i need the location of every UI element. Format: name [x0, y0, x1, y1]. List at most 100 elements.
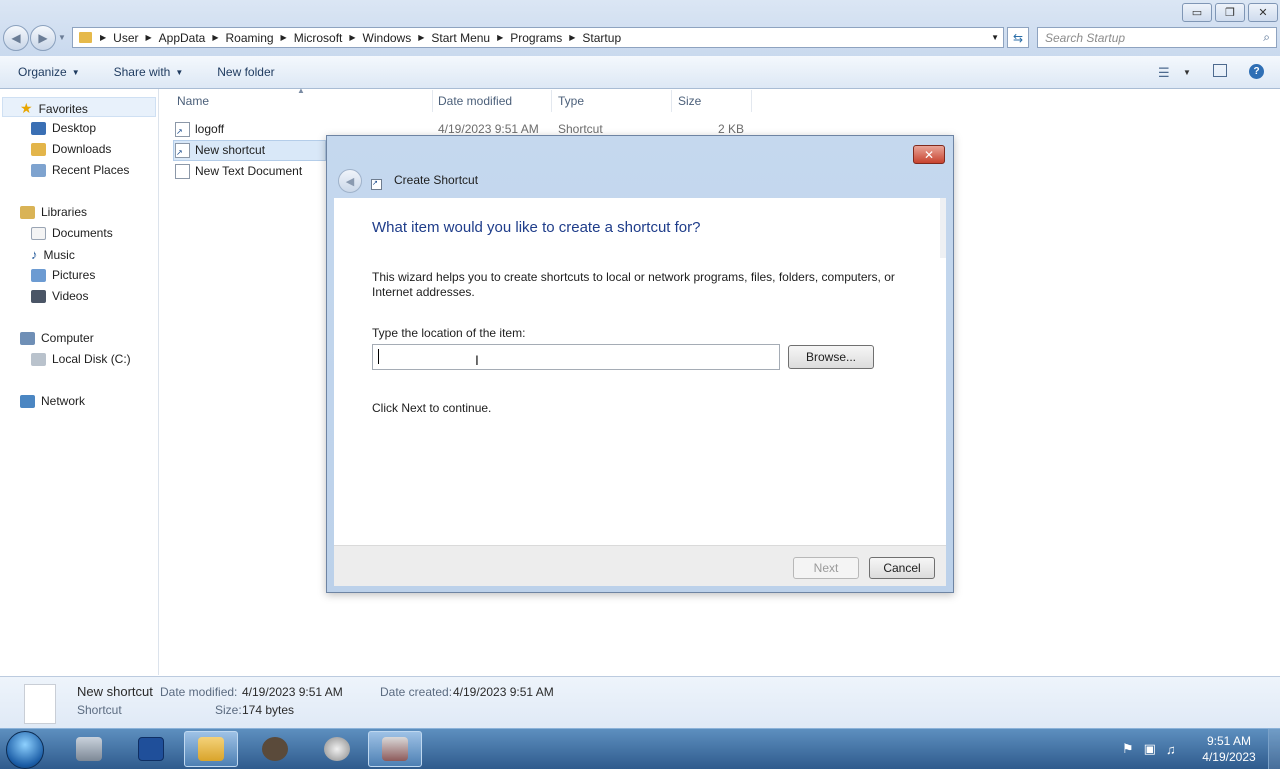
details-size: 174 bytes — [242, 703, 295, 717]
breadcrumb-separator-icon: ▶ — [145, 33, 152, 42]
wizard-back-button[interactable]: ◀ — [338, 169, 362, 193]
downloads-folder-icon — [31, 142, 46, 156]
nav-documents[interactable]: Documents — [31, 226, 113, 240]
server-manager-icon — [76, 737, 102, 761]
nav-local-disk[interactable]: Local Disk (C:) — [31, 352, 131, 366]
text-caret — [378, 349, 379, 364]
back-arrow-icon: ◀ — [11, 31, 21, 45]
folder-icon — [79, 32, 92, 43]
organize-menu[interactable]: Organize ▼ — [0, 65, 96, 79]
column-header-size[interactable]: Size — [678, 94, 701, 108]
minimize-button[interactable]: ▭ — [1182, 3, 1212, 22]
nav-desktop[interactable]: Desktop — [31, 121, 96, 135]
nav-favorites[interactable]: ★ Favorites — [20, 100, 88, 117]
breadcrumb-programs[interactable]: Programs — [505, 31, 567, 45]
column-header-name[interactable]: Name — [177, 94, 209, 108]
nav-label: Downloads — [52, 142, 112, 156]
search-placeholder: Search Startup — [1045, 30, 1126, 45]
file-thumbnail-icon — [24, 684, 56, 724]
search-input[interactable]: Search Startup ⌕ — [1037, 27, 1277, 48]
column-header-type[interactable]: Type — [558, 94, 584, 108]
file-row-logoff[interactable]: ↗ logoff — [175, 119, 224, 139]
address-bar[interactable]: ▶ User ▶ AppData ▶ Roaming ▶ Microsoft ▶… — [72, 27, 1004, 48]
taskbar-arrow-app[interactable] — [310, 731, 364, 767]
forward-arrow-icon: ▶ — [38, 31, 48, 45]
file-name: New shortcut — [195, 143, 266, 157]
recent-places-icon — [31, 163, 46, 177]
taskbar-shortcut-wizard[interactable] — [368, 731, 422, 767]
cancel-button[interactable]: Cancel — [869, 557, 935, 579]
column-divider[interactable] — [551, 90, 552, 112]
nav-computer[interactable]: Computer — [20, 331, 94, 345]
network-tray-icon[interactable]: ▣ — [1144, 741, 1156, 757]
nav-pictures[interactable]: Pictures — [31, 268, 95, 282]
nav-music[interactable]: ♪ Music — [31, 247, 75, 262]
new-folder-button[interactable]: New folder — [199, 65, 290, 79]
view-dropdown-icon[interactable]: ▼ — [1183, 68, 1191, 77]
breadcrumb-appdata[interactable]: AppData — [154, 31, 211, 45]
shortcut-file-icon: ↗ — [175, 121, 190, 137]
view-options-icon[interactable]: ☰ — [1158, 65, 1170, 81]
file-date-modified: 4/19/2023 9:51 AM — [438, 122, 539, 136]
address-dropdown-icon[interactable]: ▼ — [991, 33, 999, 42]
next-button[interactable]: Next — [793, 557, 859, 579]
nav-label: Favorites — [38, 101, 88, 116]
details-file-name: New shortcut — [77, 684, 153, 699]
system-clock[interactable]: 9:51 AM 4/19/2023 — [1196, 733, 1262, 765]
preview-pane-icon[interactable] — [1213, 64, 1227, 77]
taskbar-explorer[interactable] — [184, 731, 238, 767]
breadcrumb-roaming[interactable]: Roaming — [221, 31, 279, 45]
clock-date: 4/19/2023 — [1202, 750, 1256, 764]
file-row-new-shortcut[interactable]: ↗ New shortcut — [175, 140, 265, 160]
forward-button[interactable]: ▶ — [30, 25, 56, 51]
taskbar-powershell[interactable] — [124, 731, 178, 767]
column-divider[interactable] — [751, 90, 752, 112]
notification-area: ⚑ ▣ ♫ — [1116, 729, 1206, 769]
browse-button[interactable]: Browse... — [788, 345, 874, 369]
location-input[interactable] — [372, 344, 780, 370]
details-date-modified: 4/19/2023 9:51 AM — [242, 685, 343, 699]
breadcrumb-startup[interactable]: Startup — [577, 31, 626, 45]
taskbar: ⚑ ▣ ♫ 9:51 AM 4/19/2023 — [0, 728, 1280, 769]
taskbar-raccoon-app[interactable] — [248, 731, 302, 767]
breadcrumb-start-menu[interactable]: Start Menu — [426, 31, 495, 45]
refresh-button[interactable]: ⇆ — [1007, 27, 1029, 48]
dialog-close-button[interactable]: ✕ — [913, 145, 945, 164]
explorer-folder-icon — [198, 737, 224, 761]
nav-videos[interactable]: Videos — [31, 289, 88, 303]
nav-network[interactable]: Network — [20, 394, 85, 408]
help-icon[interactable]: ? — [1249, 64, 1264, 79]
show-desktop-button[interactable] — [1268, 729, 1280, 769]
column-divider[interactable] — [432, 90, 433, 112]
documents-icon — [31, 226, 46, 240]
share-with-menu[interactable]: Share with ▼ — [96, 65, 200, 79]
nav-recent-places[interactable]: Recent Places — [31, 163, 129, 177]
nav-libraries[interactable]: Libraries — [20, 205, 87, 219]
start-button[interactable] — [6, 731, 44, 769]
restore-icon: ❐ — [1225, 7, 1235, 19]
nav-downloads[interactable]: Downloads — [31, 142, 111, 156]
back-button[interactable]: ◀ — [3, 25, 29, 51]
wizard-icon — [382, 737, 408, 761]
file-row-new-text-document[interactable]: New Text Document — [175, 161, 302, 181]
command-bar: Organize ▼ Share with ▼ New folder — [0, 56, 1280, 89]
breadcrumb-user[interactable]: User — [108, 31, 143, 45]
volume-icon[interactable]: ♫ — [1166, 742, 1176, 757]
breadcrumb-microsoft[interactable]: Microsoft — [289, 31, 348, 45]
share-with-label: Share with — [113, 65, 171, 79]
scrollbar[interactable] — [940, 198, 946, 258]
column-header-date-modified[interactable]: Date modified — [438, 94, 512, 108]
taskbar-server-manager[interactable] — [62, 731, 116, 767]
close-window-button[interactable]: ✕ — [1248, 3, 1278, 22]
breadcrumb-separator-icon: ▶ — [418, 33, 425, 42]
file-name: New Text Document — [195, 164, 303, 178]
minimize-icon: ▭ — [1191, 7, 1203, 19]
action-center-flag-icon[interactable]: ⚑ — [1122, 741, 1134, 757]
file-size: 2 KB — [717, 122, 744, 136]
breadcrumb-windows[interactable]: Windows — [358, 31, 417, 45]
desktop-icon — [31, 121, 46, 135]
restore-button[interactable]: ❐ — [1215, 3, 1245, 22]
recent-pages-dropdown[interactable]: ▼ — [58, 33, 66, 42]
breadcrumb-separator-icon: ▶ — [497, 33, 504, 42]
column-divider[interactable] — [671, 90, 672, 112]
